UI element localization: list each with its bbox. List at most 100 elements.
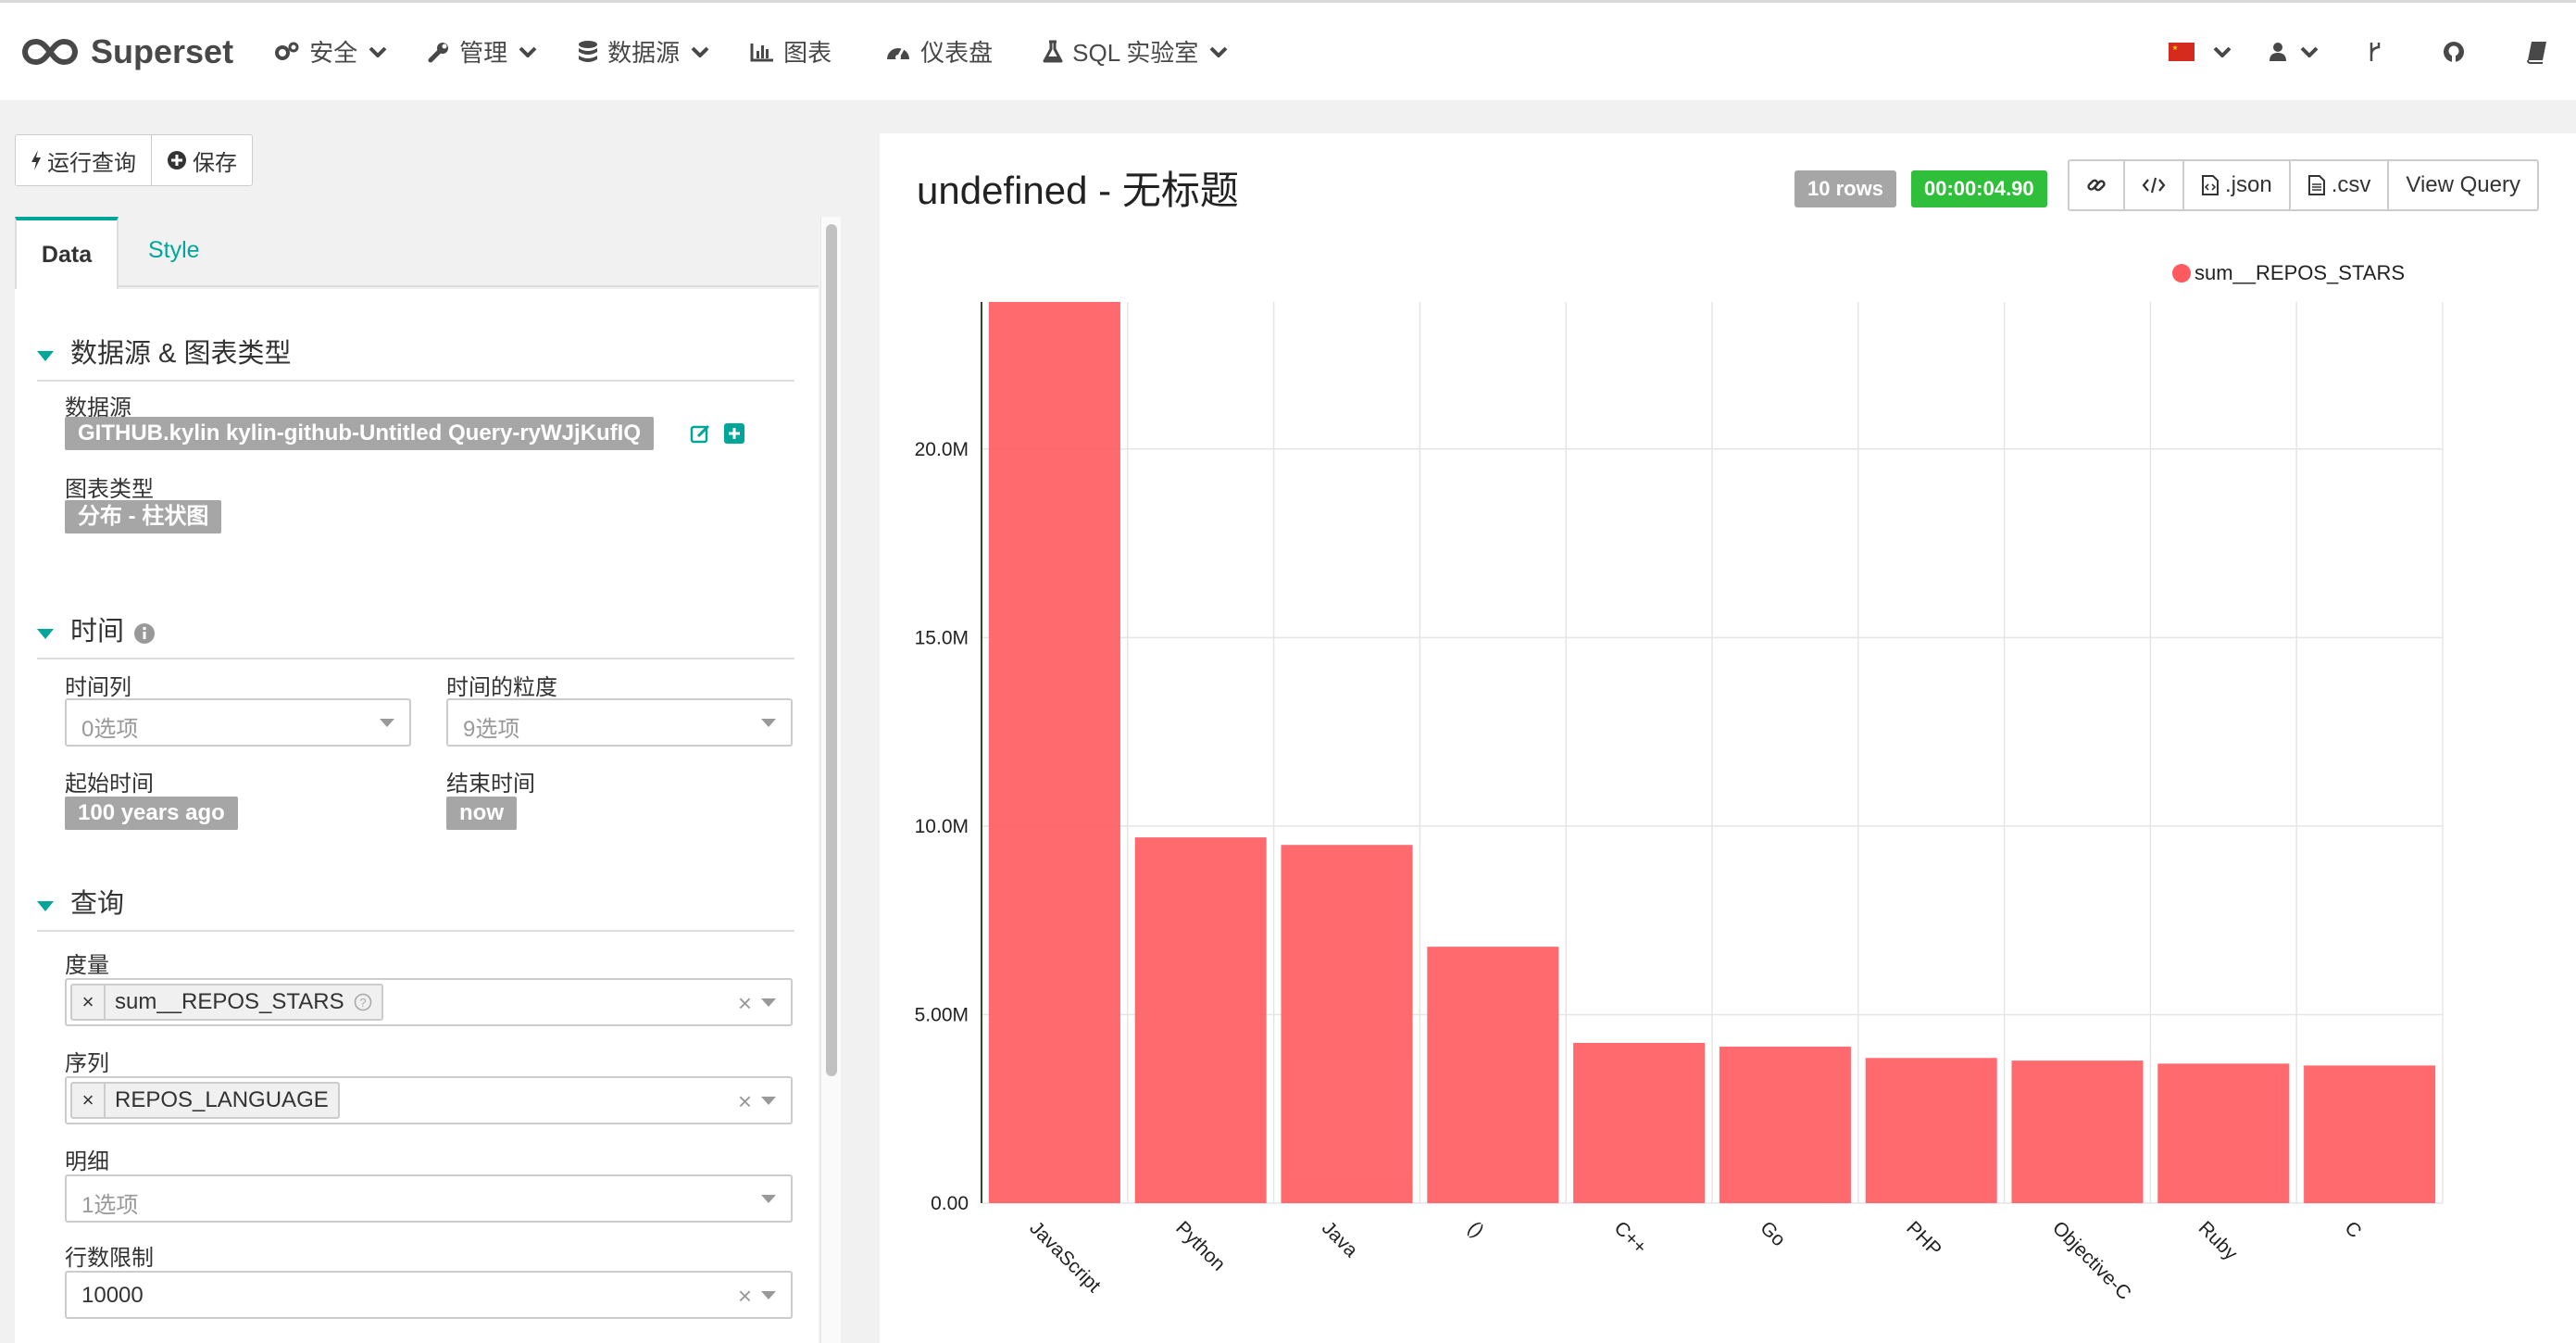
save-label: 保存 (193, 150, 237, 176)
x-tick-label: Java (1318, 1217, 1362, 1261)
x-tick-label: C++ (1610, 1217, 1651, 1258)
granularity-select[interactable]: 9选项 (446, 698, 793, 747)
metric-chip-label: sum__REPOS_STARS (115, 989, 344, 1014)
since-label: 起始时间 (65, 772, 154, 797)
chevron-down-icon (1210, 46, 1228, 57)
remove-groupby-icon[interactable]: × (72, 1084, 106, 1117)
add-datasource-icon[interactable] (724, 423, 744, 444)
chart-panel: undefined - 无标题 10 rows 00:00:04.90 .jso… (880, 133, 2576, 1343)
chevron-down-icon (761, 1291, 776, 1299)
bar (2304, 1065, 2436, 1203)
row-limit-label: 行数限制 (65, 1246, 154, 1271)
x-tick-label: Ruby (2195, 1217, 2242, 1264)
nav-charts[interactable]: 图表 (750, 34, 832, 69)
x-tick-label: Go (1756, 1217, 1789, 1250)
datasource-value[interactable]: GITHUB.kylin kylin-github-Untitled Query… (65, 417, 655, 450)
bar-chart-icon (750, 43, 774, 61)
remove-metric-icon[interactable]: × (72, 985, 106, 1019)
chevron-down-icon (761, 719, 776, 727)
chevron-down-icon (369, 46, 387, 57)
nav-manage-label: 管理 (459, 39, 508, 67)
book-icon (2527, 41, 2546, 64)
y-tick-label: 20.0M (915, 439, 969, 460)
bar (2011, 1061, 2144, 1203)
query-actions: 运行查询 保存 (15, 134, 253, 186)
x-tick-label: Python (1171, 1217, 1230, 1275)
nav-datasources[interactable]: 数据源 (578, 34, 719, 69)
wrench-icon (428, 42, 449, 62)
row-limit-select[interactable]: 10000 × (65, 1271, 793, 1319)
superset-logo-icon (22, 38, 78, 65)
columns-label: 明细 (65, 1149, 109, 1174)
caret-down-icon (37, 901, 54, 911)
groupby-chip-label: REPOS_LANGUAGE (115, 1087, 329, 1112)
until-label: 结束时间 (446, 772, 535, 797)
time-column-placeholder: 0选项 (81, 717, 139, 742)
section-datasource-header[interactable]: 数据源 & 图表类型 (37, 319, 794, 382)
x-tick-label: JavaScript (1025, 1217, 1105, 1297)
database-icon (579, 40, 598, 62)
time-column-select[interactable]: 0选项 (65, 698, 411, 747)
nav-manage[interactable]: 管理 (428, 34, 546, 69)
bar (988, 302, 1120, 1203)
nav-security[interactable]: 安全 (274, 34, 396, 69)
metric-chip: × sum__REPOS_STARS ? (70, 984, 383, 1021)
brand-name: Superset (91, 31, 234, 70)
since-value[interactable]: 100 years ago (65, 797, 238, 830)
user-menu[interactable] (2269, 42, 2319, 62)
edit-datasource-icon[interactable] (690, 422, 712, 445)
x-tick-label: C (2341, 1217, 2366, 1242)
groupby-select[interactable]: × REPOS_LANGUAGE × (65, 1076, 793, 1124)
bar-chart: 0.00 5.00M 10.0M 15.0M 20.0M JavaScript Python… (915, 302, 2444, 1304)
x-tick-label: () (1464, 1217, 1488, 1241)
granularity-label: 时间的粒度 (446, 675, 557, 700)
clear-row-limit-icon[interactable]: × (738, 1282, 752, 1311)
control-panel: Data Style 数据源 & 图表类型 数据源 GITHUB.kylin k… (15, 217, 819, 1343)
y-tick-label: 10.0M (915, 816, 969, 837)
run-query-label: 运行查询 (47, 150, 136, 176)
question-icon[interactable]: ? (354, 993, 372, 1011)
section-query-header[interactable]: 查询 (37, 858, 794, 932)
save-button[interactable]: 保存 (151, 135, 252, 185)
docs-link[interactable] (2526, 40, 2548, 64)
viz-type-value[interactable]: 分布 - 柱状图 (65, 500, 222, 533)
nav-dashboards-label: 仪表盘 (920, 39, 994, 67)
run-query-button[interactable]: 运行查询 (16, 135, 151, 185)
control-panel-scrollbar[interactable] (820, 217, 841, 1343)
language-menu[interactable] (2169, 42, 2232, 61)
x-tick-label: Objective-C (2048, 1217, 2135, 1304)
flask-icon (1043, 40, 1063, 62)
nav-security-label: 安全 (309, 39, 358, 67)
section-time-header[interactable]: 时间 (37, 596, 794, 659)
tab-style[interactable]: Style (148, 237, 200, 264)
tab-data[interactable]: Data (15, 217, 119, 289)
columns-select[interactable]: 1选项 (65, 1174, 793, 1223)
clear-metrics-icon[interactable]: × (738, 989, 752, 1018)
chevron-down-icon (761, 998, 776, 1007)
version-link[interactable] (2367, 40, 2383, 64)
y-tick-label: 15.0M (915, 627, 969, 648)
metrics-select[interactable]: × sum__REPOS_STARS ? × (65, 978, 793, 1026)
section-datasource-title: 数据源 & 图表类型 (70, 339, 292, 369)
brand[interactable]: Superset (22, 32, 233, 71)
nav-datasources-label: 数据源 (607, 39, 681, 67)
metrics-label: 度量 (65, 953, 109, 978)
dashboard-icon (887, 47, 910, 60)
section-query-title: 查询 (70, 889, 125, 919)
bar (2157, 1063, 2290, 1203)
scrollbar-thumb[interactable] (826, 224, 837, 1076)
user-icon (2270, 42, 2286, 61)
chevron-down-icon (2213, 46, 2232, 57)
bar (1573, 1042, 1706, 1203)
nav-sqllab[interactable]: SQL 实验室 (1043, 34, 1237, 69)
git-branch-icon (2370, 42, 2381, 61)
nav-charts-label: 图表 (783, 39, 832, 67)
info-icon[interactable] (133, 622, 156, 645)
github-link[interactable] (2443, 41, 2465, 63)
nav-dashboards[interactable]: 仪表盘 (885, 34, 993, 69)
until-value[interactable]: now (446, 797, 517, 830)
svg-text:?: ? (359, 996, 366, 1010)
row-limit-value: 10000 (81, 1283, 144, 1308)
clear-groupby-icon[interactable]: × (738, 1087, 752, 1116)
x-tick-label: PHP (1902, 1217, 1945, 1261)
